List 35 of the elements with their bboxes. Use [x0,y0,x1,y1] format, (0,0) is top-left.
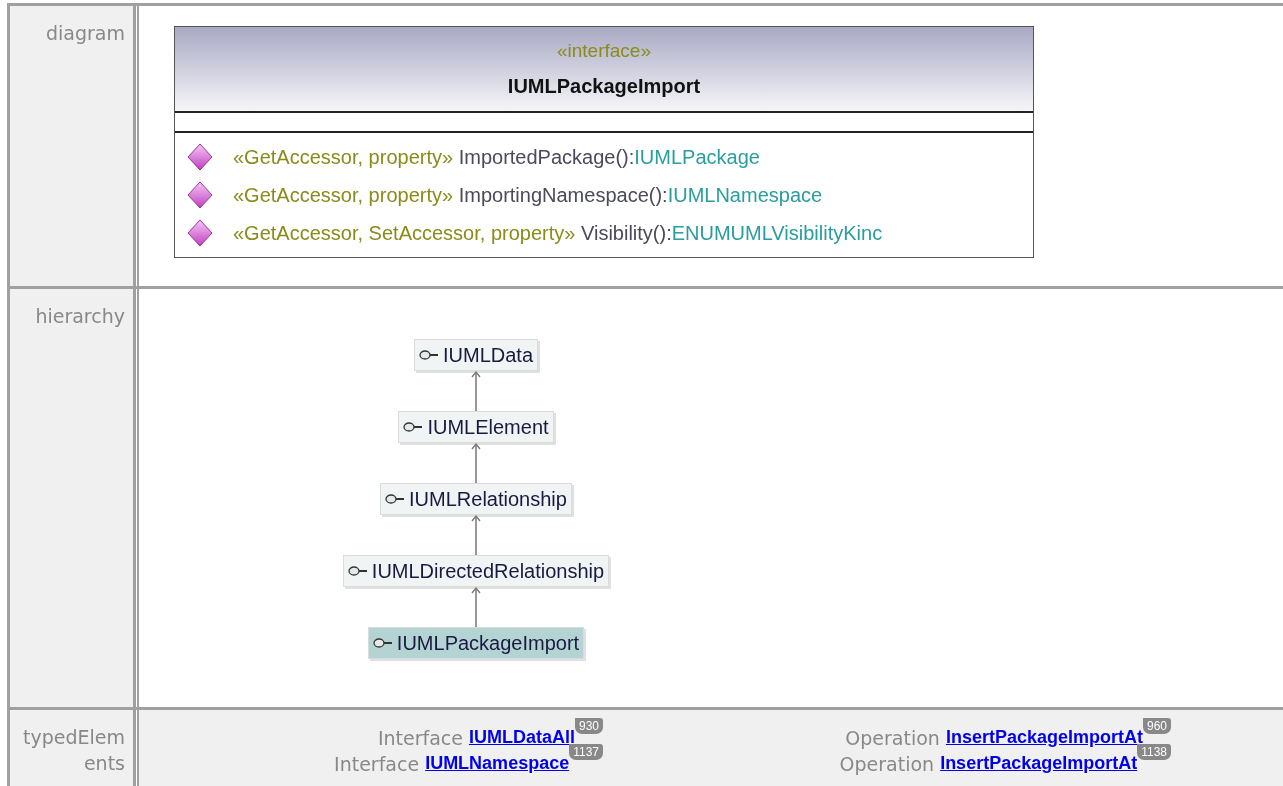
interface-icon [419,350,439,360]
interface-icon [385,494,406,504]
element-link[interactable]: IUMLNamespace [425,750,570,777]
stereotype-label: «interface» [557,38,651,63]
hierarchy-node[interactable]: IUMLElement [398,411,554,443]
element-kind: Operation [845,726,940,751]
operation-signature: «GetAccessor, property» ImportedPackage():IUMLPackage [233,145,760,170]
hierarchy-node[interactable]: IUMLData [414,339,538,371]
generalization-arrow [471,371,481,411]
interface-icon [347,566,368,576]
count-badge: 960 [1142,718,1171,734]
operation-icon [187,181,213,209]
generalization-arrow [471,443,481,483]
count-badge: 930 [574,718,603,734]
element-kind: Operation [839,752,935,777]
element-kind: Interface [377,726,463,751]
class-name: IUMLPackageImport [507,74,701,100]
operation-icon [187,143,213,171]
generalization-arrow [471,587,481,627]
hierarchy-node[interactable]: IUMLDirectedRelationship [342,555,610,587]
hierarchy-node[interactable]: IUMLRelationship [380,483,572,515]
count-badge: 1138 [1137,744,1171,760]
row-label: diagram [45,21,125,46]
operation-signature: «GetAccessor, SetAccessor, property» Visibility():ENUMUMLVisibilityKinc [233,221,883,246]
generalization-arrow [471,515,481,555]
element-link[interactable]: InsertPackageImportAt [940,750,1138,777]
row-label: hierarchy [34,304,125,329]
hierarchy-node[interactable]: IUMLPackageImport [367,627,585,659]
operation-signature: «GetAccessor, property» ImportingNamespace():IUMLNamespace [233,183,823,208]
element-kind: Interface [334,752,420,777]
row-label: typedElem ents [22,725,125,776]
operation-icon [187,219,213,247]
interface-icon [403,422,424,432]
interface-icon [372,638,393,648]
count-badge: 1137 [569,744,603,760]
